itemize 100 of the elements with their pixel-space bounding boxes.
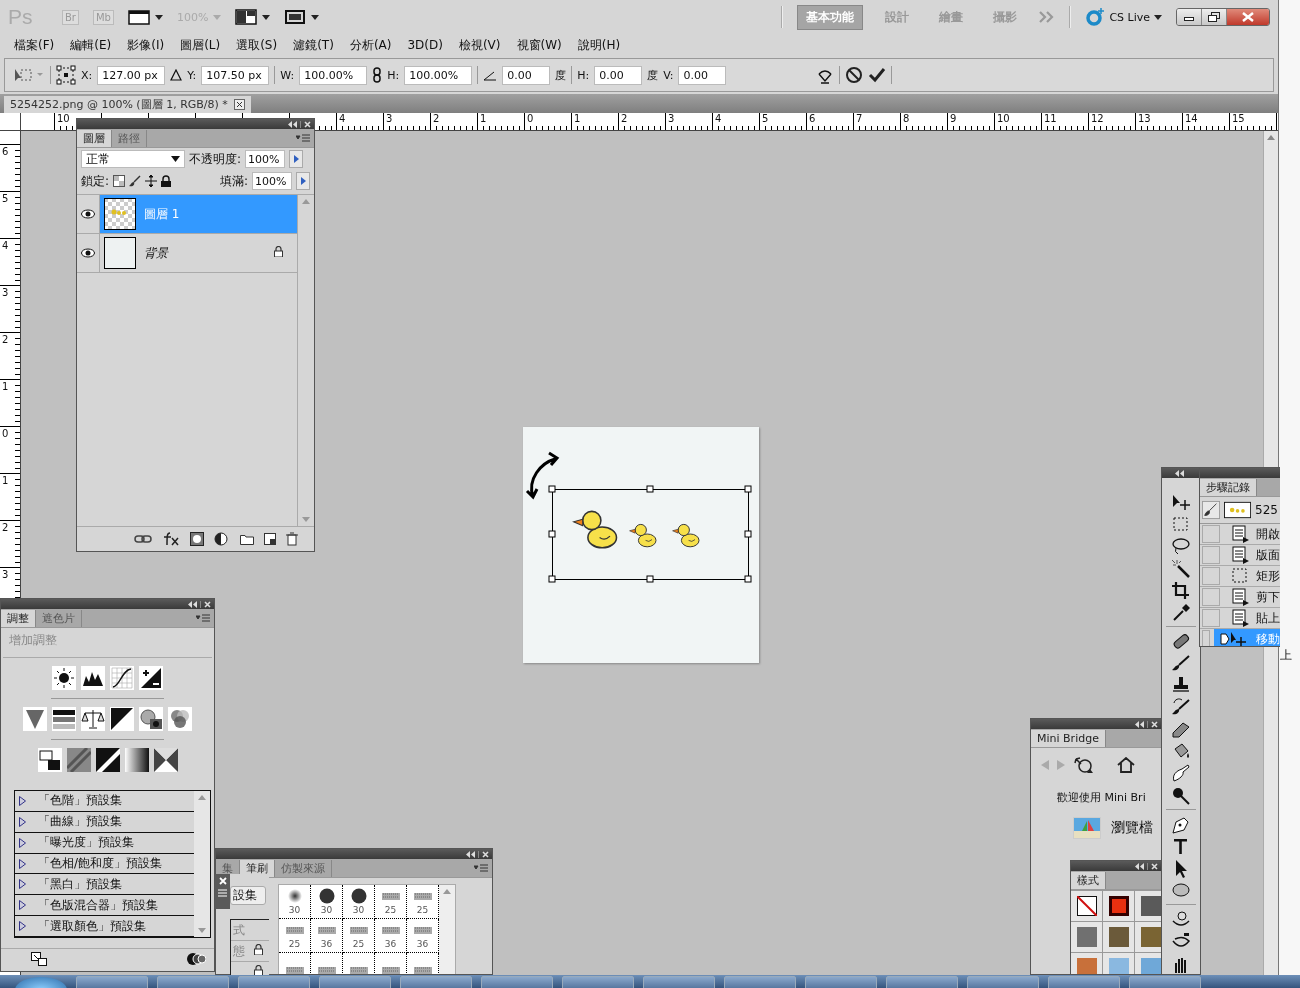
panel-tab[interactable]: Mini Bridge: [1031, 730, 1106, 747]
eye-icon[interactable]: [81, 248, 95, 258]
fill-field[interactable]: 100%: [252, 172, 292, 190]
input-field[interactable]: 100.00%: [299, 65, 368, 85]
threshold-icon[interactable]: [95, 748, 120, 772]
snapshot-brush-icon[interactable]: [1202, 500, 1221, 520]
style-swatch[interactable]: [1140, 927, 1161, 947]
menu-item[interactable]: 說明(H): [569, 36, 629, 54]
menu-item[interactable]: 分析(A): [341, 36, 400, 54]
lock-transparency-icon[interactable]: [113, 175, 126, 187]
input-field[interactable]: 0.00: [502, 65, 551, 85]
home-icon[interactable]: [1117, 757, 1135, 773]
lock-icon[interactable]: [161, 175, 172, 187]
preset-button[interactable]: 設集: [230, 886, 266, 905]
browse-link[interactable]: 瀏覽檔: [1111, 819, 1153, 837]
return-icon[interactable]: [31, 952, 47, 966]
preset-item[interactable]: 「黑白」預設集: [15, 874, 194, 896]
menu-item[interactable]: 檔案(F): [6, 36, 63, 54]
panel-tab[interactable]: 調整: [1, 610, 36, 627]
style-swatch[interactable]: [1140, 958, 1161, 974]
close-icon[interactable]: [233, 99, 245, 110]
input-field[interactable]: 107.50 px: [201, 65, 270, 85]
clip-icon[interactable]: [186, 952, 206, 966]
levels-icon[interactable]: [81, 666, 105, 690]
brush-icon[interactable]: [1170, 653, 1192, 673]
delta-icon[interactable]: [170, 69, 183, 81]
opacity-field[interactable]: 100%: [245, 150, 286, 168]
history-step[interactable]: 矩形: [1224, 566, 1280, 586]
close-button[interactable]: [1227, 9, 1269, 25]
menu-item[interactable]: 選取(S): [228, 36, 286, 54]
caret-icon[interactable]: [311, 14, 320, 20]
stamp-icon[interactable]: [1170, 675, 1192, 695]
history-step[interactable]: 剪下: [1224, 587, 1280, 607]
brush-icon[interactable]: [129, 175, 142, 187]
panel-tab[interactable]: 樣式: [1071, 872, 1106, 889]
transform-box[interactable]: [548, 485, 752, 583]
style-swatch[interactable]: [1108, 927, 1129, 947]
style-swatch[interactable]: [1076, 958, 1097, 974]
ellipse-icon[interactable]: [1170, 880, 1192, 900]
photo-filter-icon[interactable]: [139, 707, 163, 731]
mask-icon[interactable]: [189, 532, 204, 546]
menu-item[interactable]: 影像(I): [119, 36, 173, 54]
preset-item[interactable]: 「曲線」預設集: [15, 811, 194, 833]
history-brush-icon[interactable]: [1170, 697, 1192, 717]
menu-item[interactable]: 編輯(E): [62, 36, 120, 54]
arrange-icon[interactable]: [235, 9, 258, 25]
scroll-up-icon[interactable]: [1267, 135, 1275, 140]
input-field[interactable]: 0.00: [678, 65, 727, 85]
opacity-arrow-button[interactable]: [289, 150, 304, 168]
refresh-icon[interactable]: [1073, 756, 1095, 774]
collapse-icon[interactable]: [1175, 469, 1184, 477]
menu-item[interactable]: 圖層(L): [172, 36, 229, 54]
lasso-icon[interactable]: [1170, 536, 1192, 556]
screen-mode-icon[interactable]: [284, 9, 307, 25]
finger-icon[interactable]: [1170, 763, 1192, 783]
curves-icon[interactable]: [110, 666, 134, 690]
fill-arrow-button[interactable]: [296, 172, 310, 190]
panel-menu-icon[interactable]: [474, 864, 488, 872]
fx-icon[interactable]: [161, 532, 180, 546]
move-icon[interactable]: [145, 175, 158, 187]
layer-row[interactable]: 背景: [100, 234, 297, 272]
dodge-icon[interactable]: [1170, 785, 1192, 805]
panel-tab[interactable]: 圖層: [77, 130, 112, 147]
eye-icon[interactable]: [81, 209, 95, 219]
minimize-button[interactable]: [1177, 9, 1202, 25]
panel-menu-icon[interactable]: [296, 134, 310, 142]
panel-menu-icon[interactable]: [196, 614, 210, 622]
magic-wand-icon[interactable]: [1170, 558, 1192, 578]
style-swatch[interactable]: [1108, 958, 1129, 974]
input-field[interactable]: 100.00%: [404, 65, 473, 85]
new-layer-icon[interactable]: [263, 533, 276, 545]
history-step[interactable]: 貼上: [1224, 608, 1280, 628]
cs-live-menu[interactable]: CS Live: [1109, 10, 1150, 24]
gradient-map-icon[interactable]: [124, 748, 149, 772]
preset-item[interactable]: 「色版混合器」預設集: [15, 895, 194, 917]
posterize-icon[interactable]: [66, 748, 91, 772]
no-style-swatch[interactable]: [1076, 896, 1097, 916]
brightness-icon[interactable]: [52, 666, 76, 690]
exposure-icon[interactable]: [139, 666, 163, 690]
folder-icon[interactable]: [239, 533, 254, 545]
link-icon[interactable]: [372, 67, 383, 83]
invert-icon[interactable]: [37, 748, 62, 772]
commit-icon[interactable]: [868, 66, 886, 84]
preset-item[interactable]: 「色相/飽和度」預設集: [15, 853, 194, 875]
menu-item[interactable]: 3D(D): [399, 38, 451, 52]
menu-item[interactable]: 濾鏡(T): [285, 36, 342, 54]
photo-icon[interactable]: [1073, 817, 1101, 839]
reference-point-icon[interactable]: [56, 65, 76, 85]
cancel-icon[interactable]: [845, 66, 863, 84]
document-tab[interactable]: 5254252.png @ 100% (圖層 1, RGB/8) *: [4, 96, 251, 113]
panel-tab[interactable]: 步驟記錄: [1200, 479, 1257, 496]
channel-mixer-icon[interactable]: [168, 707, 192, 731]
snapshot-thumbnail[interactable]: [1224, 501, 1252, 519]
trash-icon[interactable]: [285, 532, 298, 546]
cs-live-icon[interactable]: [1085, 7, 1106, 27]
caret-icon[interactable]: [154, 14, 163, 20]
selective-color-icon[interactable]: [153, 748, 178, 772]
history-step[interactable]: 開啟: [1224, 524, 1280, 544]
adjustment-layer-icon[interactable]: [213, 532, 230, 546]
caret-icon[interactable]: [262, 14, 271, 20]
